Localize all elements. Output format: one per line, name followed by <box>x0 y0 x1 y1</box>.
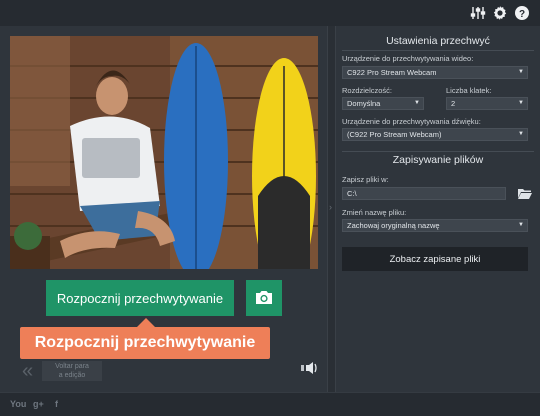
section-divider <box>342 151 534 152</box>
capture-settings-title: Ustawienia przechwyć <box>386 35 490 47</box>
help-icon[interactable]: ? <box>514 5 530 21</box>
back-to-editor-label: Voltar para a edição <box>42 361 102 381</box>
double-chevron-left-icon: « <box>22 360 34 382</box>
chevron-down-icon: ▼ <box>518 131 524 137</box>
social-bar: You g+ f <box>0 392 540 416</box>
tooltip-arrow <box>137 318 155 327</box>
chevron-right-icon[interactable]: › <box>329 202 332 212</box>
settings-panel: Ustawienia przechwyć Urządzenie do przec… <box>336 26 540 392</box>
google-plus-icon[interactable]: g+ <box>33 399 44 409</box>
facebook-icon[interactable]: f <box>55 399 58 409</box>
equalizer-icon[interactable] <box>470 5 486 21</box>
audio-device-select[interactable]: (C922 Pro Stream Webcam) ▼ <box>342 128 528 141</box>
gear-icon[interactable] <box>492 5 508 21</box>
panel-divider[interactable]: › <box>327 26 336 392</box>
back-to-editor-button[interactable]: « Voltar para a edição <box>20 359 102 383</box>
chevron-down-icon: ▼ <box>414 100 420 106</box>
rename-label: Zmień nazwę pliku: <box>342 208 407 217</box>
start-capture-button[interactable]: Rozpocznij przechwytywanie <box>46 280 234 316</box>
chevron-down-icon: ▼ <box>518 222 524 228</box>
chevron-down-icon: ▼ <box>518 100 524 106</box>
webcam-preview <box>10 36 318 269</box>
resolution-label: Rozdzielczość: <box>342 86 393 95</box>
chevron-down-icon: ▼ <box>518 69 524 75</box>
svg-text:?: ? <box>519 9 525 20</box>
camera-icon <box>254 289 274 308</box>
top-toolbar: ? <box>0 0 540 26</box>
save-to-label: Zapisz pliki w: <box>342 175 389 184</box>
capture-panel: Rozpocznij przechwytywanie Rozpocznij pr… <box>0 26 327 392</box>
section-divider <box>342 50 534 51</box>
snapshot-button[interactable] <box>246 280 282 316</box>
video-device-select[interactable]: C922 Pro Stream Webcam ▼ <box>342 66 528 79</box>
rename-select[interactable]: Zachowaj oryginalną nazwę ▼ <box>342 219 528 232</box>
youtube-icon[interactable]: You <box>10 399 26 409</box>
frame-rate-label: Liczba klatek: <box>446 86 492 95</box>
view-saved-files-button[interactable]: Zobacz zapisane pliki <box>342 247 528 271</box>
frame-rate-select[interactable]: 2 ▼ <box>446 97 528 110</box>
audio-device-label: Urządzenie do przechwytywania dźwięku: <box>342 117 481 126</box>
speaker-icon[interactable] <box>300 360 318 376</box>
folder-icon[interactable] <box>518 188 532 199</box>
resolution-select[interactable]: Domyślna ▼ <box>342 97 424 110</box>
video-device-label: Urządzenie do przechwytywania wideo: <box>342 54 474 63</box>
file-saving-title: Zapisywanie plików <box>392 154 484 166</box>
save-path-field[interactable]: C:\ <box>342 187 506 200</box>
start-capture-tooltip: Rozpocznij przechwytywanie <box>20 327 270 359</box>
